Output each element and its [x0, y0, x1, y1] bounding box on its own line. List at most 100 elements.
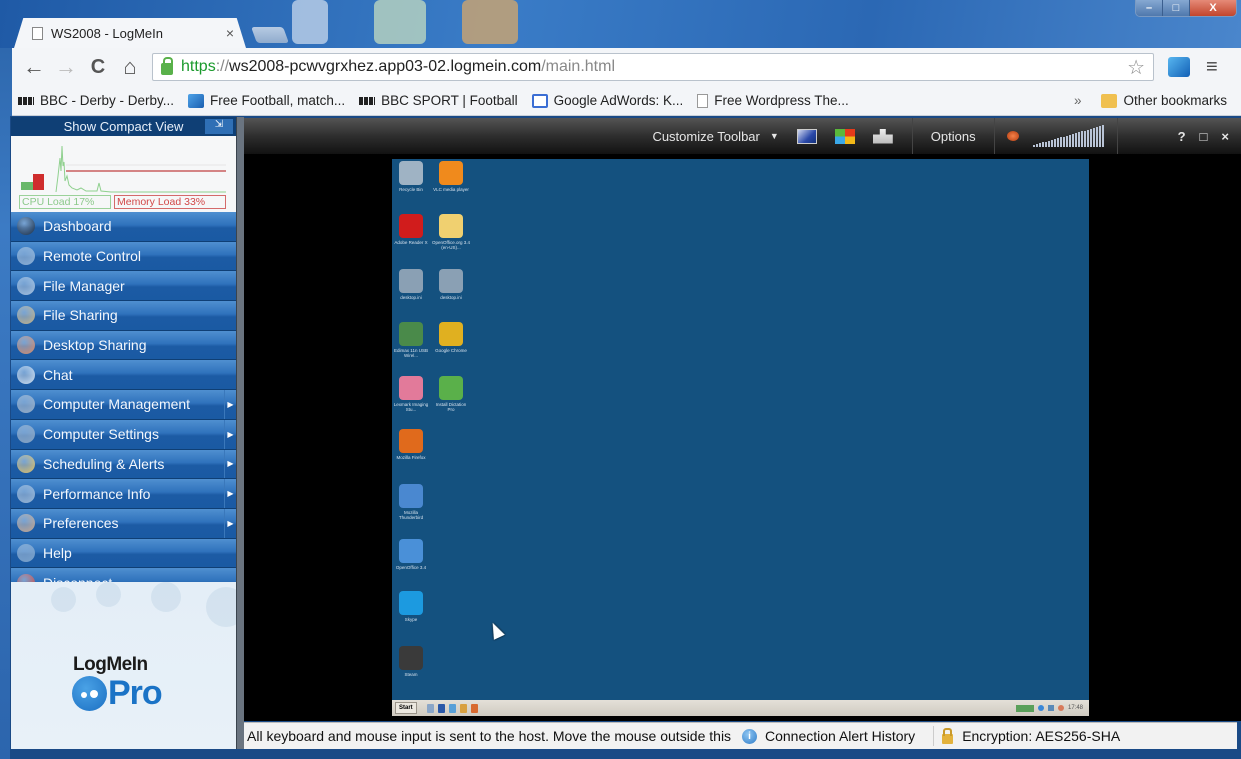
submenu-arrow-icon[interactable]: ▶	[224, 390, 236, 419]
start-button[interactable]: Start	[395, 702, 417, 714]
tray-icon[interactable]	[1047, 705, 1054, 711]
sidebar-item-preferences[interactable]: Preferences ▶	[11, 508, 236, 539]
more-bookmarks-button[interactable]: »	[1074, 93, 1082, 108]
options-button[interactable]: Options	[925, 129, 982, 144]
submenu-arrow-icon[interactable]: ▶	[224, 449, 236, 479]
file-manager-icon	[17, 276, 35, 295]
other-bookmarks[interactable]: Other bookmarks	[1101, 93, 1227, 108]
volume-slider[interactable]	[1032, 125, 1105, 147]
bookmark-label: BBC - Derby - Derby...	[40, 93, 175, 108]
color-quality-icon[interactable]	[834, 128, 855, 144]
sidebar-item-help[interactable]: Help	[11, 538, 236, 569]
keyboard-mouse-icon[interactable]	[872, 128, 893, 144]
sidebar-item-remote-control[interactable]: Remote Control	[11, 241, 236, 272]
desktop-icon[interactable]: Mozilla Firefox	[392, 429, 430, 460]
browser-tab[interactable]: WS2008 - LogMeIn ×	[14, 18, 246, 48]
desktop-icon[interactable]: desktop.ini	[432, 269, 470, 300]
desktop-icon[interactable]: Steam	[392, 646, 430, 677]
address-bar[interactable]: https :// ws2008-pcwvgrxhez.app03-02.log…	[152, 53, 1154, 81]
restore-button[interactable]: □	[1200, 129, 1208, 144]
bookmark-item[interactable]: Free Wordpress The...	[697, 93, 849, 108]
desktop-icon[interactable]: VLC media player	[432, 161, 470, 192]
desktop-icon-label: VLC media player	[433, 187, 469, 192]
desktop-icon-label: Recycle Bin	[399, 187, 423, 192]
tray-icon[interactable]	[1015, 704, 1034, 712]
tab-title: WS2008 - LogMeIn	[51, 25, 164, 41]
app-icon	[399, 429, 423, 453]
sidebar-item-dashboard[interactable]: Dashboard	[11, 212, 236, 242]
sidebar-splitter[interactable]	[236, 117, 244, 749]
sidebar-item-desktop-sharing[interactable]: Desktop Sharing	[11, 330, 236, 361]
bookmark-item[interactable]: BBC SPORT | Football	[359, 93, 518, 108]
desktop-icon-label: desktop.ini	[400, 295, 422, 300]
alert-history-label: Connection Alert History	[765, 728, 916, 744]
desktop-icon[interactable]: Lexmark Imaging Stu...	[392, 376, 430, 412]
tray-icon[interactable]	[1057, 705, 1064, 711]
reload-button[interactable]: C	[82, 52, 114, 82]
desktop-icon[interactable]: Adobe Reader X	[392, 214, 430, 245]
bookmark-item[interactable]: Google AdWords: K...	[531, 93, 683, 108]
desktop-icon[interactable]: Install Dictation Pro	[432, 376, 470, 412]
close-tab-icon[interactable]: ×	[226, 25, 234, 41]
desktop-icon[interactable]: desktop.ini	[392, 269, 430, 300]
file-sharing-icon	[17, 306, 35, 325]
app-icon	[399, 591, 423, 615]
options-group: Options	[911, 118, 994, 154]
sidebar-item-file-sharing[interactable]: File Sharing	[11, 301, 236, 331]
pin-icon[interactable]: ⇲	[205, 119, 233, 134]
sidebar-item-computer-management[interactable]: Computer Management ▶	[11, 390, 236, 420]
desktop-icon[interactable]: Google Chrome	[432, 322, 470, 353]
other-bookmarks-label: Other bookmarks	[1123, 93, 1227, 108]
taskbar-app-icon[interactable]	[448, 703, 456, 713]
chrome-menu-icon[interactable]: ≡	[1206, 56, 1218, 79]
desktop-shortcut-icon	[292, 0, 328, 44]
customize-toolbar-button[interactable]: Customize Toolbar	[652, 129, 759, 144]
connection-alert-history-link[interactable]: i Connection Alert History	[736, 728, 933, 744]
extension-icon[interactable]	[1168, 57, 1190, 77]
sidebar-item-scheduling-alerts[interactable]: Scheduling & Alerts ▶	[11, 449, 236, 480]
maximize-button[interactable]: □	[1163, 0, 1190, 16]
remote-view[interactable]: Start 17:48 Recycle Bin VLC media player A…	[244, 154, 1241, 721]
taskbar-app-icon[interactable]	[437, 703, 445, 713]
submenu-arrow-icon[interactable]: ▶	[224, 479, 236, 508]
desktop-icon[interactable]: OpenOffice 3.4	[392, 539, 430, 570]
compact-view-label: Show Compact View	[63, 119, 184, 134]
close-remote-button[interactable]: ×	[1221, 129, 1229, 144]
tray-icon[interactable]	[1037, 705, 1044, 711]
show-compact-view-button[interactable]: Show Compact View ⇲	[11, 117, 236, 136]
bookmark-star-icon[interactable]: ☆	[1127, 55, 1145, 80]
dropdown-arrow-icon[interactable]: ▼	[770, 131, 779, 141]
desktop-icon[interactable]: OpenOffice.org 3.4 (en-US)...	[432, 214, 470, 250]
logo-area: LogMeIn Pro	[11, 582, 236, 749]
desktop-icon[interactable]: Mozilla Thunderbird	[392, 484, 430, 520]
minimize-button[interactable]: –	[1136, 0, 1163, 16]
desktop-icon[interactable]: Edimax 11n USB Wirel...	[392, 322, 430, 358]
taskbar-app-icon[interactable]	[426, 703, 434, 713]
remote-desktop-screen[interactable]: Start 17:48 Recycle Bin VLC media player A…	[392, 159, 1089, 716]
taskbar-app-icon[interactable]	[459, 703, 467, 713]
speaker-icon[interactable]	[1006, 131, 1019, 141]
screen-icon[interactable]	[796, 128, 817, 144]
new-tab-button[interactable]	[251, 27, 289, 43]
sidebar-item-performance-info[interactable]: Performance Info ▶	[11, 479, 236, 509]
volume-bar	[1074, 133, 1077, 147]
sidebar-item-file-manager[interactable]: File Manager	[11, 271, 236, 302]
taskbar-app-icon[interactable]	[470, 703, 478, 713]
bookmark-item[interactable]: Free Football, match...	[188, 93, 345, 108]
bookmark-item[interactable]: BBC - Derby - Derby...	[18, 93, 174, 108]
forward-button[interactable]: →	[50, 52, 82, 82]
help-button[interactable]: ?	[1178, 129, 1186, 144]
submenu-arrow-icon[interactable]: ▶	[224, 419, 236, 449]
volume-bar	[1092, 128, 1095, 147]
submenu-arrow-icon[interactable]: ▶	[224, 508, 236, 538]
sidebar-item-computer-settings[interactable]: Computer Settings ▶	[11, 419, 236, 450]
desktop-icon[interactable]: Recycle Bin	[392, 161, 430, 192]
close-window-button[interactable]: X	[1190, 0, 1236, 16]
home-button[interactable]: ⌂	[114, 52, 146, 82]
volume-bar	[1050, 139, 1053, 147]
url-host: ws2008-pcwvgrxhez.app03-02.logmein.com	[229, 58, 542, 75]
cpu-line	[55, 145, 226, 193]
sidebar-item-chat[interactable]: Chat	[11, 360, 236, 391]
back-button[interactable]: ←	[18, 52, 50, 82]
desktop-icon[interactable]: Skype	[392, 591, 430, 622]
